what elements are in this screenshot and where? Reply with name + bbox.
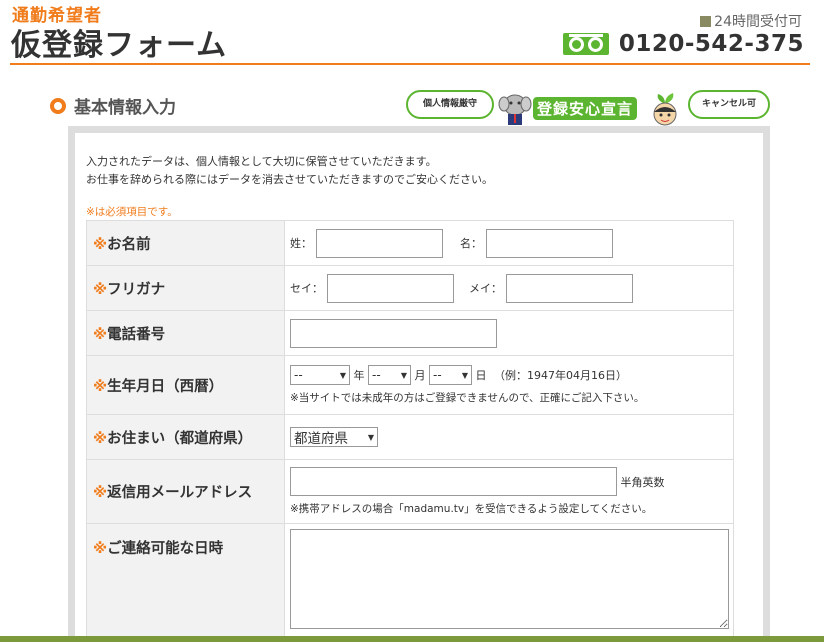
hours-info: 24時間受付可 xyxy=(700,11,802,31)
form-row-kana: ※フリガナ セイ： メイ： xyxy=(86,265,734,311)
kana-label: ※フリガナ xyxy=(86,265,285,311)
phone-number[interactable]: 0120-542-375 xyxy=(619,31,804,57)
form-row-name: ※お名前 姓： 名： xyxy=(86,220,734,266)
contact-time-textarea[interactable] xyxy=(290,529,729,629)
first-kana-input[interactable] xyxy=(505,273,633,303)
freedial-icon xyxy=(562,33,609,55)
dropdown-arrow-icon: ▼ xyxy=(461,370,468,380)
form-row-contact-time: ※ご連絡可能な日時 xyxy=(86,523,734,639)
square-icon xyxy=(700,15,712,27)
last-name-input[interactable] xyxy=(315,228,443,258)
registration-form-table: ※お名前 姓： 名： ※フリガナ セイ： メイ： ※電話番号 ※生年月日（西暦）… xyxy=(86,220,734,639)
phone-info: 0120-542-375 xyxy=(562,31,804,57)
header-divider xyxy=(10,63,810,65)
dropdown-arrow-icon: ▼ xyxy=(339,370,346,380)
email-note: ※携帯アドレスの場合「madamu.tv」を受信できるよう設定してください。 xyxy=(290,503,653,515)
form-row-phone: ※電話番号 xyxy=(86,310,734,356)
phone-label: ※電話番号 xyxy=(86,310,285,356)
intro-text: 入力されたデータは、個人情報として大切に保管させていただきます。 お仕事を辞めら… xyxy=(86,153,493,189)
email-suffix: 半角英数 xyxy=(620,475,665,489)
prefecture-select[interactable]: 都道府県 ▼ xyxy=(290,427,378,447)
birth-month-select[interactable]: -- ▼ xyxy=(368,365,411,385)
first-kana-label: メイ： xyxy=(469,282,502,295)
birth-label: ※生年月日（西暦） xyxy=(86,355,285,415)
declaration-badge: 登録安心宣言 xyxy=(533,97,638,120)
last-kana-label: セイ： xyxy=(290,282,323,295)
section-title: 基本情報入力 xyxy=(74,98,176,118)
intro-line-2: お仕事を辞められる際にはデータを消去させていただきますのでご安心ください。 xyxy=(86,173,493,186)
form-row-birth: ※生年月日（西暦） -- ▼ 年 -- ▼ 月 -- ▼ 日 （例：1947年04月1… xyxy=(86,355,734,415)
birth-day-select[interactable]: -- ▼ xyxy=(429,365,472,385)
cancel-badge: キャンセル可 xyxy=(688,90,770,119)
circle-bullet-icon xyxy=(50,97,66,114)
privacy-badge: 個人情報厳守 xyxy=(406,90,494,119)
form-row-address: ※お住まい（都道府県） 都道府県 ▼ xyxy=(86,414,734,460)
first-name-label: 名： xyxy=(460,237,482,250)
required-note: ※は必須項目です。 xyxy=(86,206,178,218)
page-title: 仮登録フォーム xyxy=(11,28,228,63)
address-label: ※お住まい（都道府県） xyxy=(86,414,285,460)
birth-year-select[interactable]: -- ▼ xyxy=(290,365,350,385)
sprout-mascot-icon xyxy=(653,93,677,126)
intro-line-1: 入力されたデータは、個人情報として大切に保管させていただきます。 xyxy=(86,155,437,168)
first-name-input[interactable] xyxy=(485,228,613,258)
last-kana-input[interactable] xyxy=(326,273,454,303)
page-header: 通勤希望者 仮登録フォーム 24時間受付可 0120-542-375 xyxy=(0,0,824,66)
birth-note: ※当サイトでは未成年の方はご登録できませんので、正確にご記入下さい。 xyxy=(290,392,645,404)
birth-example: （例：1947年04月16日） xyxy=(494,369,627,382)
bottom-bar xyxy=(0,636,824,642)
contact-time-label: ※ご連絡可能な日時 xyxy=(86,523,285,639)
dropdown-arrow-icon: ▼ xyxy=(400,370,407,380)
email-label: ※返信用メールアドレス xyxy=(86,459,285,524)
phone-input[interactable] xyxy=(290,318,497,348)
section-heading: 基本情報入力 xyxy=(50,93,176,118)
elephant-mascot-icon xyxy=(498,94,532,125)
dropdown-arrow-icon: ▼ xyxy=(367,432,374,442)
email-input[interactable] xyxy=(290,467,617,496)
last-name-label: 姓： xyxy=(290,237,312,250)
form-row-email: ※返信用メールアドレス 半角英数 ※携帯アドレスの場合「madamu.tv」を受… xyxy=(86,459,734,524)
hours-text: 24時間受付可 xyxy=(714,14,802,30)
name-label: ※お名前 xyxy=(86,220,285,266)
